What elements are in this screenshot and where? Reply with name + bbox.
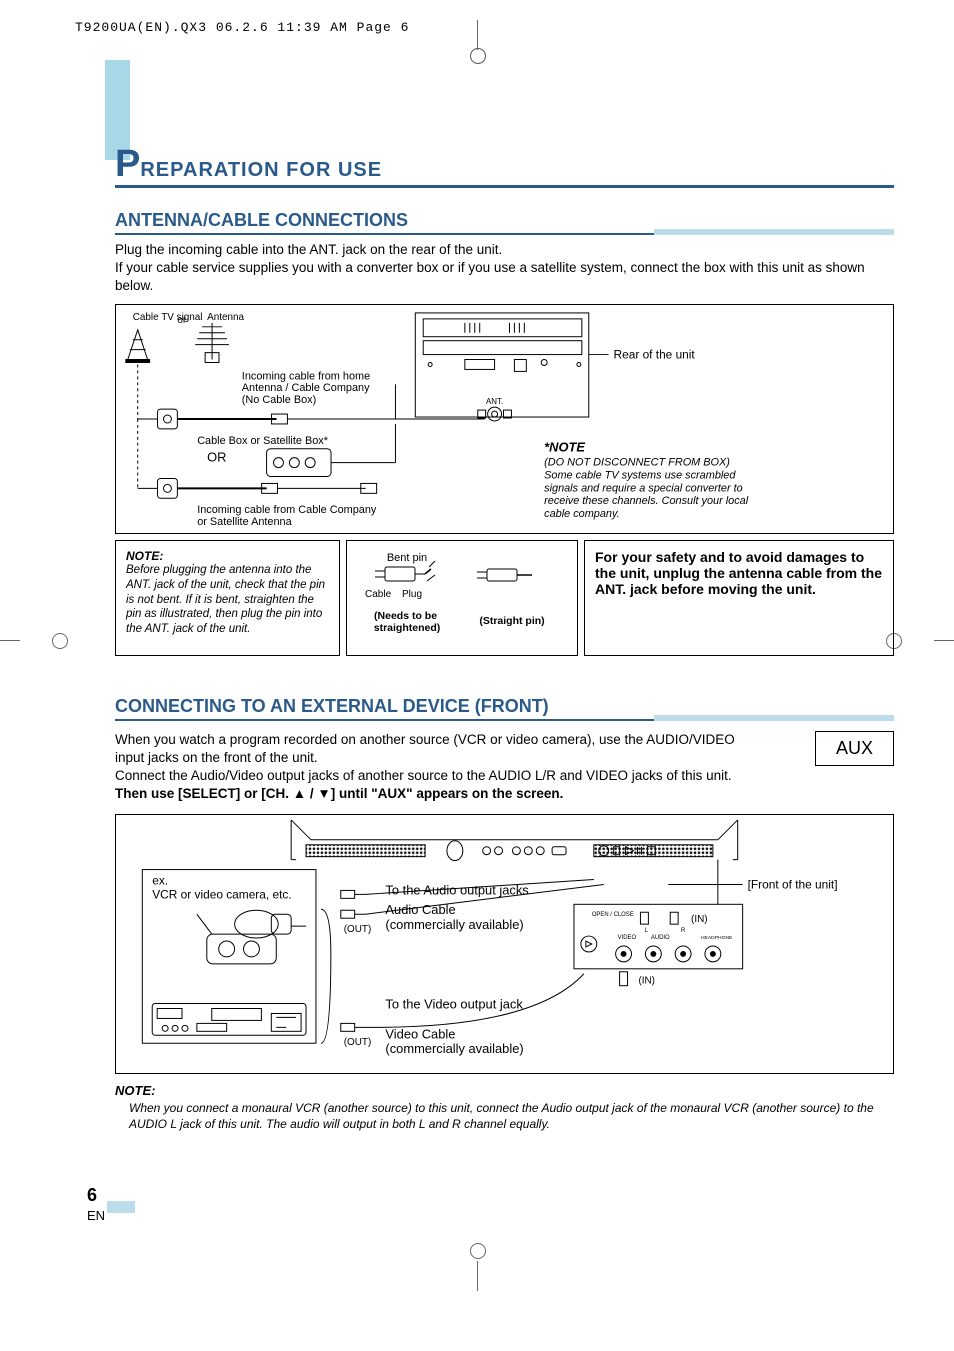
tv-outline xyxy=(291,819,738,860)
label-needs: (Needs to be straightened) xyxy=(374,610,441,634)
straight-pin-icon xyxy=(477,569,532,581)
antenna-intro-line2: If your cable service supplies you with … xyxy=(115,260,865,293)
note1-title: NOTE: xyxy=(126,549,329,563)
external-intro-block: When you watch a program recorded on ano… xyxy=(115,731,894,804)
crop-mark-right xyxy=(904,640,944,641)
camcorder-icon xyxy=(197,910,306,964)
page-number: 6 xyxy=(87,1185,97,1206)
antenna-intro-line1: Plug the incoming cable into the ANT. ja… xyxy=(115,242,502,257)
note-cell-1: NOTE: Before plugging the antenna into t… xyxy=(115,540,340,656)
label-antenna: Antenna xyxy=(207,312,244,323)
label-straight: (Straight pin) xyxy=(479,615,544,627)
bent-pin-icon xyxy=(375,561,435,581)
label-audio-cable: Audio Cable xyxy=(385,902,455,917)
page-title: P REPARATION FOR USE xyxy=(115,145,894,188)
note-cell-3: For your safety and to avoid damages to … xyxy=(584,540,894,656)
label-incoming-home: Incoming cable from home Antenna / Cable… xyxy=(242,370,373,406)
manual-page: T9200UA(EN).QX3 06.2.6 11:39 AM Page 6 P… xyxy=(0,0,954,1351)
svg-text:L: L xyxy=(645,928,649,934)
label-or-small: or xyxy=(177,314,187,325)
label-comm-1: (commercially available) xyxy=(385,917,523,932)
section-antenna-title: ANTENNA/CABLE CONNECTIONS xyxy=(115,210,894,235)
label-vcr: VCR or video camera, etc. xyxy=(152,887,291,901)
ext-p3a: Then use [SELECT] or [CH. xyxy=(115,786,293,801)
label-cable-tv: Cable TV signal xyxy=(133,312,203,323)
label-to-video: To the Video output jack xyxy=(385,996,523,1011)
label-in-1: (IN) xyxy=(691,914,708,925)
label-out-1: (OUT) xyxy=(344,924,372,935)
label-cable-box: Cable Box or Satellite Box* xyxy=(197,434,329,446)
antenna-diagram: Cable TV signal or Antenna xyxy=(115,304,894,534)
page-content: P REPARATION FOR USE ANTENNA/CABLE CONNE… xyxy=(115,145,894,1132)
label-front: [Front of the unit] xyxy=(748,877,838,891)
label-video: VIDEO xyxy=(618,935,637,941)
svg-text:R: R xyxy=(681,928,686,934)
label-out-2: (OUT) xyxy=(344,1037,372,1048)
note-row: NOTE: Before plugging the antenna into t… xyxy=(115,540,894,656)
ext-p3: Then use [SELECT] or [CH. ▲ / ▼] until "… xyxy=(115,786,563,801)
note-star-body: (DO NOT DISCONNECT FROM BOX) Some cable … xyxy=(544,456,751,520)
label-ex: ex. xyxy=(152,873,168,887)
external-diagram: ex. VCR or video camera, etc. xyxy=(115,814,894,1074)
crop-mark-bottom xyxy=(477,1261,478,1291)
page-language: EN xyxy=(87,1208,105,1223)
label-or: OR xyxy=(207,449,226,464)
ext-p3b: / xyxy=(306,786,317,801)
antenna-intro: Plug the incoming cable into the ANT. ja… xyxy=(115,241,894,296)
label-plug: Plug xyxy=(402,589,422,600)
crop-mark-top xyxy=(477,20,478,50)
label-audio: AUDIO xyxy=(651,935,670,941)
tower-icon xyxy=(126,329,150,362)
tv-antenna-icon xyxy=(195,322,229,362)
ext-note-body: When you connect a monaural VCR (another… xyxy=(129,1100,894,1132)
page-tab xyxy=(107,1201,135,1213)
label-rear: Rear of the unit xyxy=(614,347,696,361)
note1-body: Before plugging the antenna into the ANT… xyxy=(126,563,329,638)
vcr-icon xyxy=(152,1003,306,1035)
label-comm-2: (commercially available) xyxy=(385,1041,523,1056)
crop-mark-left xyxy=(10,640,50,641)
ext-p2: Connect the Audio/Video output jacks of … xyxy=(115,768,732,783)
ext-note-title: NOTE: xyxy=(115,1083,155,1098)
note3-body: For your safety and to avoid damages to … xyxy=(595,549,882,597)
ext-p1: When you watch a program recorded on ano… xyxy=(115,732,735,765)
label-open-close: OPEN / CLOSE xyxy=(592,912,634,918)
label-bent-pin: Bent pin xyxy=(387,552,427,564)
title-rest: REPARATION FOR USE xyxy=(140,159,382,182)
print-header: T9200UA(EN).QX3 06.2.6 11:39 AM Page 6 xyxy=(75,20,409,35)
label-incoming-company: Incoming cable from Cable Company or Sat… xyxy=(197,504,379,528)
label-in-2: (IN) xyxy=(638,975,655,986)
front-panel: OPEN / CLOSE VIDEO L AUDIO R HEADPHONE xyxy=(574,904,743,986)
label-headphone: HEADPHONE xyxy=(701,935,733,941)
label-video-cable: Video Cable xyxy=(385,1026,455,1041)
label-to-audio: To the Audio output jacks xyxy=(385,882,528,897)
ext-p3c: ] until "AUX" appears on the screen. xyxy=(331,786,564,801)
section-external-title: CONNECTING TO AN EXTERNAL DEVICE (FRONT) xyxy=(115,696,894,721)
rear-panel: ANT. xyxy=(415,313,588,421)
label-ant: ANT. xyxy=(486,397,503,406)
label-cable: Cable xyxy=(365,589,392,600)
title-first-letter: P xyxy=(115,145,140,183)
note-cell-2: Bent pin Cable Plug (Needs to be s xyxy=(346,540,578,656)
external-note: NOTE: When you connect a monaural VCR (a… xyxy=(115,1082,894,1132)
aux-indicator: AUX xyxy=(815,731,894,766)
note-star-title: *NOTE xyxy=(544,439,585,454)
